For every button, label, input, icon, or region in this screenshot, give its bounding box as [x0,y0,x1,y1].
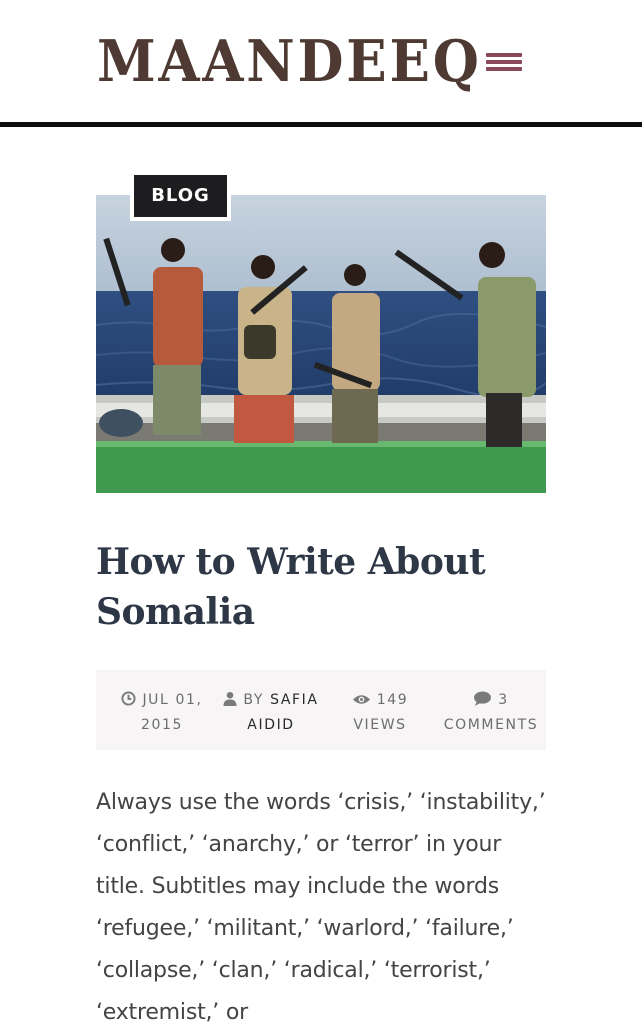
author-line1: SAFIA [270,692,319,708]
category-badge[interactable]: BLOG [130,171,231,221]
eye-icon [352,695,370,704]
comments-count: 3 [498,692,509,708]
menu-bar [486,60,522,64]
meta-author[interactable]: BY SAFIA AIDID [216,688,326,738]
article-title: How to Write About Somalia [96,541,486,633]
comment-icon [474,691,492,706]
article-hero-image[interactable] [96,195,546,493]
site-header: MAANDEEQ [0,0,642,122]
views-label: VIEWS [353,717,407,733]
clock-icon [121,691,136,706]
by-label: BY [243,692,265,708]
user-icon [223,691,237,706]
author-line2: AIDID [247,717,295,733]
site-logo[interactable]: MAANDEEQ [97,22,482,102]
article-meta: JUL 01, 2015 BY SAFIA AIDID 149 VIEWS 3 … [96,670,546,750]
meta-views: 149 VIEWS [340,688,420,738]
menu-bar [486,53,522,57]
hamburger-menu-icon[interactable] [484,50,524,78]
views-count: 149 [376,692,409,708]
article-body: Always use the words ‘crisis,’ ‘instabil… [96,790,546,1025]
comments-label: COMMENTS [443,717,539,733]
meta-date: JUL 01, 2015 [112,688,212,738]
header-divider [0,122,642,127]
meta-comments[interactable]: 3 COMMENTS [436,688,546,738]
hero-illustration [96,195,546,493]
date-line1: JUL 01, [142,692,203,708]
date-line2: 2015 [140,717,184,733]
menu-bar [486,67,522,71]
category-label: BLOG [134,175,227,217]
